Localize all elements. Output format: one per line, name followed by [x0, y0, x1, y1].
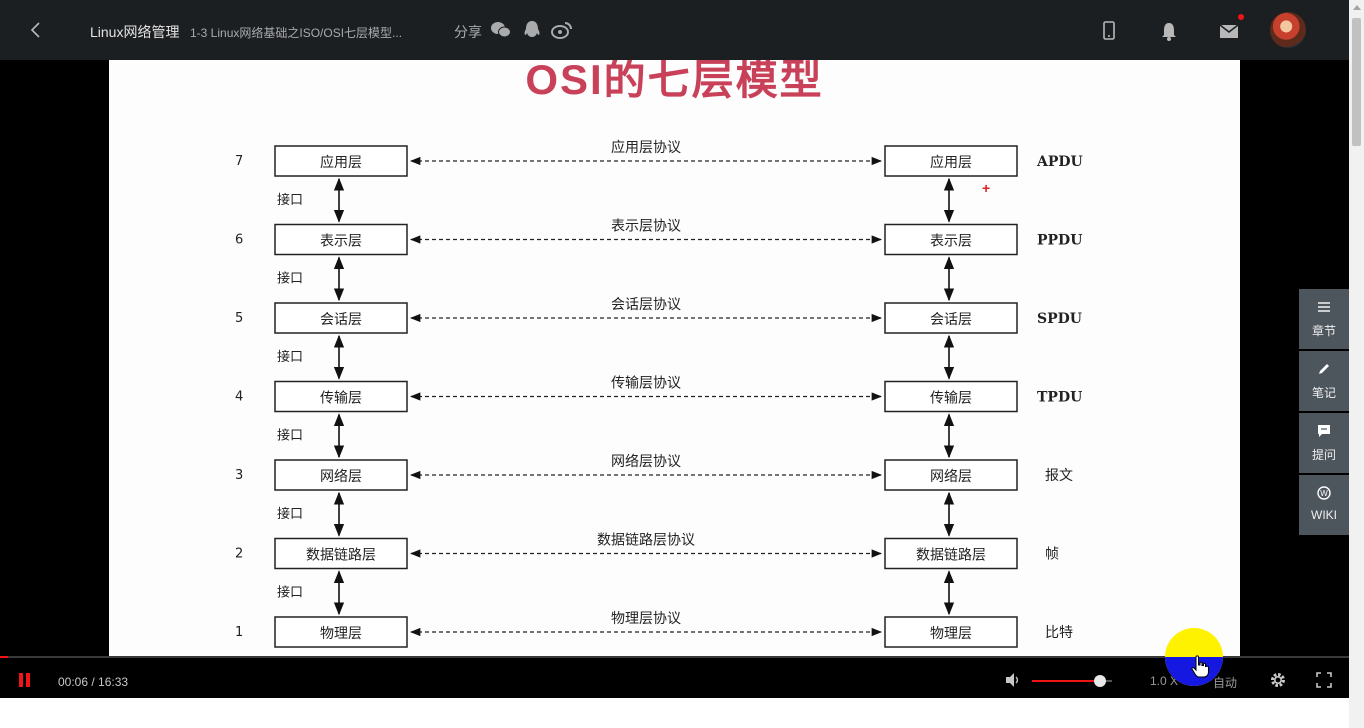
- sidepanel-chapters-button[interactable]: 章节: [1299, 289, 1349, 349]
- player-controls: 00:06 / 16:33 1.0 X 自动: [0, 658, 1349, 698]
- sidepanel-wiki-button[interactable]: W WIKI: [1299, 475, 1349, 535]
- share-label: 分享: [454, 24, 482, 40]
- sidepanel-label: 笔记: [1311, 386, 1336, 400]
- layer-name-right: 物理层: [930, 626, 972, 642]
- list-icon: [1318, 302, 1330, 312]
- layer-number: 4: [235, 390, 243, 405]
- mobile-icon[interactable]: [1098, 20, 1120, 42]
- protocol-label: 网络层协议: [611, 454, 681, 470]
- layer-name-right: 数据链路层: [916, 548, 986, 564]
- layer-number: 6: [235, 233, 243, 248]
- layer-name-left: 会话层: [320, 312, 362, 328]
- below-player-area: [0, 698, 1349, 728]
- volume-icon[interactable]: [1004, 671, 1022, 689]
- layer-name-right: 应用层: [930, 154, 972, 171]
- layer-name-left: 物理层: [320, 626, 362, 642]
- layer-name-left: 应用层: [320, 154, 362, 171]
- sidepanel-questions-button[interactable]: 提问: [1299, 413, 1349, 473]
- layer-number: 3: [235, 468, 243, 483]
- layer-name-left: 数据链路层: [306, 548, 376, 564]
- protocol-label: 表示层协议: [611, 219, 681, 235]
- layer-name-left: 表示层: [320, 234, 362, 250]
- pause-icon[interactable]: [18, 673, 32, 687]
- interface-label: 接口: [277, 192, 303, 208]
- svg-text:W: W: [1320, 489, 1328, 498]
- fullscreen-icon[interactable]: [1315, 671, 1333, 689]
- interface-label: 接口: [277, 271, 303, 287]
- lesson-title: 1-3 Linux网络基础之ISO/OSI七层模型...: [190, 26, 403, 40]
- interface-label: 接口: [277, 585, 303, 601]
- sidepanel-label: 提问: [1311, 448, 1336, 462]
- protocol-label: 传输层协议: [611, 376, 681, 392]
- qq-icon[interactable]: [521, 20, 543, 40]
- sidepanel-label: 章节: [1311, 324, 1336, 338]
- layer-name-right: 表示层: [930, 234, 972, 250]
- layer-name-left: 网络层: [320, 469, 362, 485]
- time-display: 00:06 / 16:33: [58, 675, 129, 689]
- volume-knob[interactable]: [1094, 675, 1106, 687]
- protocol-label: 应用层协议: [611, 139, 681, 156]
- layer-number: 5: [235, 311, 243, 326]
- pdu-label: 比特: [1045, 625, 1073, 641]
- layer-number: 7: [235, 154, 243, 169]
- protocol-label: 数据链路层协议: [597, 533, 695, 549]
- pencil-icon: [1319, 364, 1329, 374]
- video-player[interactable]: OSI的七层模型 7 应用层 应用层 应用层协议 APDU 接口 6 表示层 表示层 表示层协议 P…: [0, 60, 1349, 658]
- weibo-icon[interactable]: [551, 20, 573, 40]
- bell-icon[interactable]: [1158, 20, 1180, 42]
- mail-icon[interactable]: [1218, 20, 1240, 42]
- layer-name-left: 传输层: [320, 391, 362, 407]
- protocol-label: 会话层协议: [611, 297, 681, 313]
- header-bar: Linux网络管理 1-3 Linux网络基础之ISO/OSI七层模型... 分…: [0, 0, 1349, 60]
- layer-number: 1: [235, 625, 243, 640]
- layer-name-right: 网络层: [930, 469, 972, 485]
- pdu-label: 报文: [1045, 468, 1073, 484]
- wiki-icon: W: [1317, 486, 1331, 500]
- pdu-label: 帧: [1045, 547, 1059, 563]
- layer-name-right: 会话层: [930, 312, 972, 328]
- video-frame: OSI的七层模型 7 应用层 应用层 应用层协议 APDU 接口 6 表示层 表示层 表示层协议 P…: [109, 60, 1240, 658]
- avatar[interactable]: [1270, 12, 1306, 48]
- volume-fill: [1032, 680, 1100, 682]
- comment-icon: [1318, 425, 1330, 437]
- hand-pointer-icon: [1191, 655, 1209, 678]
- pdu-label: APDU: [1036, 154, 1083, 170]
- layer-name-right: 传输层: [930, 391, 972, 407]
- interface-label: 接口: [277, 506, 303, 522]
- pdu-label: TPDU: [1037, 390, 1082, 406]
- gear-icon[interactable]: [1269, 671, 1287, 689]
- pdu-label: SPDU: [1037, 311, 1082, 327]
- page-scrollbar[interactable]: [1349, 0, 1364, 728]
- scroll-up-icon[interactable]: [1353, 5, 1361, 10]
- back-arrow-icon[interactable]: [24, 18, 48, 42]
- mail-badge: [1238, 14, 1244, 20]
- scroll-thumb[interactable]: [1352, 18, 1361, 146]
- sidepanel-notes-button[interactable]: 笔记: [1299, 351, 1349, 411]
- osi-diagram: 7 应用层 应用层 应用层协议 APDU 接口 6 表示层 表示层 表示层协议 PPDU 接口 5 会话层…: [235, 139, 1083, 648]
- pdu-label: PPDU: [1037, 233, 1082, 249]
- crosshair-icon: +: [982, 180, 991, 196]
- volume-slider[interactable]: [1032, 675, 1112, 687]
- sidepanel-label: WIKI: [1311, 508, 1337, 522]
- interface-label: 接口: [277, 428, 303, 444]
- interface-label: 接口: [277, 349, 303, 365]
- protocol-label: 物理层协议: [611, 611, 681, 627]
- course-title[interactable]: Linux网络管理: [90, 22, 179, 42]
- layer-number: 2: [235, 547, 243, 562]
- wechat-icon[interactable]: [490, 20, 512, 40]
